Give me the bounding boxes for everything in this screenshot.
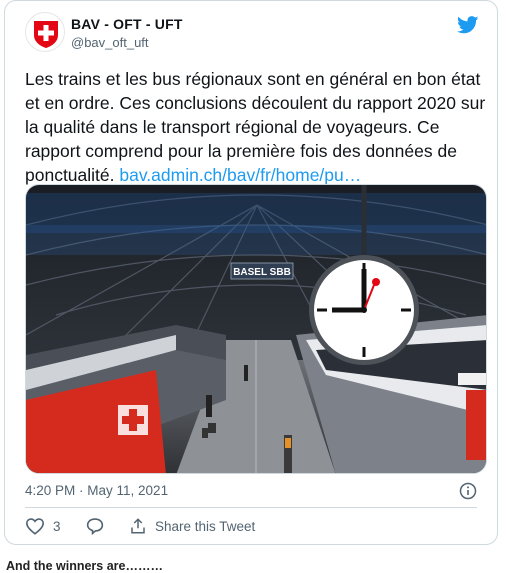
tweet-link[interactable]: bav.admin.ch/bav/fr/home/pu… <box>119 165 361 185</box>
avatar[interactable] <box>25 12 65 52</box>
tweet-card[interactable]: BAV - OFT - UFT @bav_oft_uft Les trains … <box>4 0 498 545</box>
tweet-actions: 3 Share this Tweet <box>25 517 485 539</box>
share-icon <box>131 518 145 534</box>
like-button[interactable]: 3 <box>25 517 61 535</box>
account-name[interactable]: BAV - OFT - UFT <box>71 16 183 32</box>
info-icon[interactable] <box>459 482 477 500</box>
tweet-header: BAV - OFT - UFT @bav_oft_uft <box>25 12 485 52</box>
swiss-cross-icon <box>34 21 58 48</box>
station-photo: BASEL SBB <box>26 185 486 473</box>
share-button[interactable]: Share this Tweet <box>129 517 255 535</box>
station-sign: BASEL SBB <box>233 267 291 278</box>
account-handle[interactable]: @bav_oft_uft <box>71 35 149 50</box>
tweet-timestamp[interactable]: 4:20 PM · May 11, 2021 <box>25 483 168 498</box>
like-count: 3 <box>53 518 61 534</box>
reply-icon <box>86 518 104 535</box>
share-label: Share this Tweet <box>155 518 256 534</box>
tweet-text: Les trains et les bus régionaux sont en … <box>25 67 487 187</box>
heart-icon <box>25 518 45 535</box>
caption-text: And the winners are……… <box>6 559 163 573</box>
tweet-image[interactable]: BASEL SBB <box>25 184 487 474</box>
twitter-bird-icon[interactable] <box>457 16 479 34</box>
divider <box>25 507 477 508</box>
reply-button[interactable] <box>85 517 113 535</box>
